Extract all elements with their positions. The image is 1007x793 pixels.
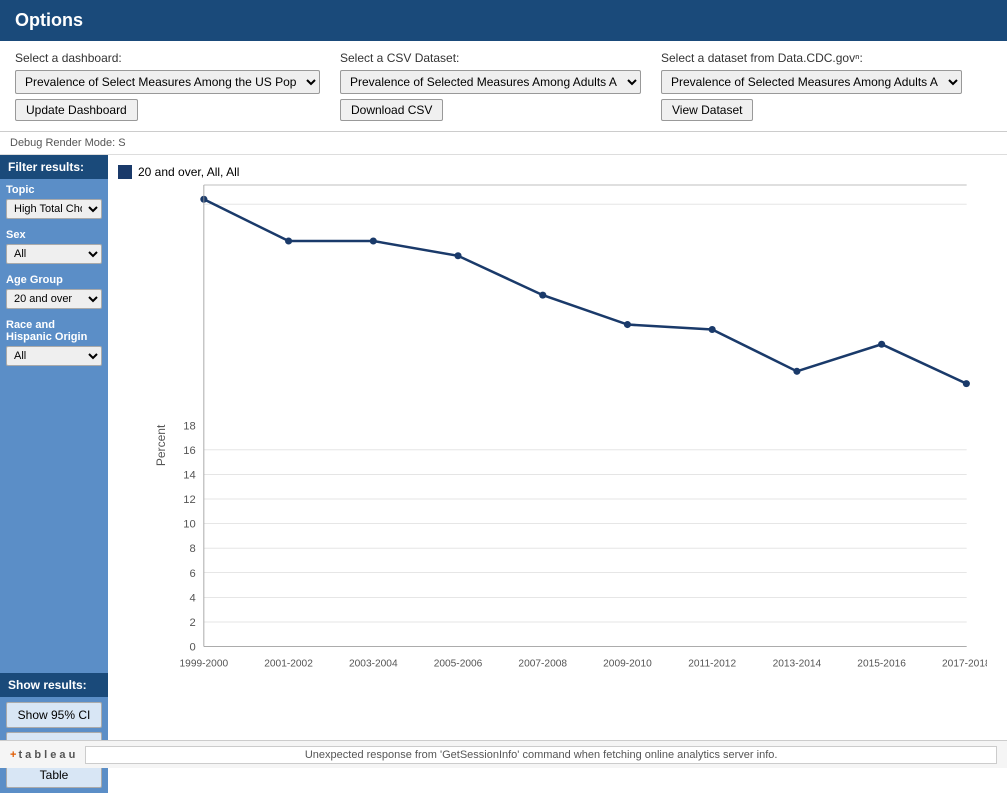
svg-text:2005-2006: 2005-2006 <box>434 659 483 670</box>
data-point-5 <box>624 321 631 328</box>
svg-text:2015-2016: 2015-2016 <box>857 659 906 670</box>
data-point-8 <box>878 341 885 348</box>
chart-line <box>204 199 966 383</box>
chart-area: 20 and over, All, All 0 <box>108 155 1007 793</box>
tableau-logo: + t a b l e a u <box>10 749 75 761</box>
svg-text:8: 8 <box>189 543 195 555</box>
svg-text:2003-2004: 2003-2004 <box>349 659 398 670</box>
data-point-7 <box>793 368 800 375</box>
age-label: Age Group <box>6 274 102 286</box>
data-point-2 <box>370 237 377 244</box>
svg-text:2: 2 <box>189 617 195 629</box>
datacdc-select[interactable]: Prevalence of Selected Measures Among Ad… <box>661 70 962 94</box>
svg-text:2011-2012: 2011-2012 <box>688 659 736 670</box>
options-header: Options <box>0 0 1007 41</box>
download-csv-button[interactable]: Download CSV <box>340 99 443 121</box>
data-point-4 <box>539 292 546 299</box>
svg-text:10: 10 <box>183 519 195 531</box>
svg-text:2007-2008: 2007-2008 <box>518 659 567 670</box>
data-point-9 <box>963 380 970 387</box>
topic-filter-group: Topic High Total Cholest... Diabetes Hyp… <box>0 179 108 224</box>
show-ci-button[interactable]: Show 95% CI <box>6 702 102 728</box>
sex-label: Sex <box>6 229 102 241</box>
data-point-1 <box>285 237 292 244</box>
svg-text:6: 6 <box>189 568 195 580</box>
status-message: Unexpected response from 'GetSessionInfo… <box>85 746 997 764</box>
sex-select[interactable]: All Male Female <box>6 244 102 264</box>
debug-bar: Debug Render Mode: S <box>0 132 1007 155</box>
data-point-6 <box>709 326 716 333</box>
status-bar: + t a b l e a u Unexpected response from… <box>0 740 1007 768</box>
view-dataset-button[interactable]: View Dataset <box>661 99 753 121</box>
line-chart: 0 2 4 6 8 10 12 14 16 18 Percent 1999-20… <box>153 184 987 737</box>
svg-text:0: 0 <box>189 642 195 654</box>
svg-text:2013-2014: 2013-2014 <box>773 659 822 670</box>
csv-option-group: Select a CSV Dataset: Prevalence of Sele… <box>340 51 641 121</box>
svg-text:Percent: Percent <box>154 424 168 466</box>
legend-text: 20 and over, All, All <box>138 165 239 179</box>
svg-text:1999-2000: 1999-2000 <box>180 659 229 670</box>
filter-results-title: Filter results: <box>0 155 108 179</box>
datacdc-label: Select a dataset from Data.CDC.govⁿ: <box>661 51 962 65</box>
update-dashboard-button[interactable]: Update Dashboard <box>15 99 138 121</box>
svg-text:18: 18 <box>183 420 195 432</box>
race-label: Race and Hispanic Origin <box>6 319 102 343</box>
csv-select[interactable]: Prevalence of Selected Measures Among Ad… <box>340 70 641 94</box>
options-panel: Select a dashboard: Prevalence of Select… <box>0 41 1007 132</box>
topic-select[interactable]: High Total Cholest... Diabetes Hypertens… <box>6 199 102 219</box>
csv-label: Select a CSV Dataset: <box>340 51 641 65</box>
race-filter-group: Race and Hispanic Origin All Non-Hispani… <box>0 314 108 371</box>
dashboard-option-group: Select a dashboard: Prevalence of Select… <box>15 51 320 121</box>
chart-legend: 20 and over, All, All <box>108 165 997 184</box>
svg-text:2017-2018: 2017-2018 <box>942 659 987 670</box>
svg-text:2009-2010: 2009-2010 <box>603 659 652 670</box>
sidebar: Filter results: Topic High Total Cholest… <box>0 155 108 793</box>
topic-label: Topic <box>6 184 102 196</box>
dashboard-label: Select a dashboard: <box>15 51 320 65</box>
svg-text:4: 4 <box>189 592 195 604</box>
svg-text:12: 12 <box>183 494 195 506</box>
sex-filter-group: Sex All Male Female <box>0 224 108 269</box>
show-results-title: Show results: <box>0 673 108 697</box>
age-select[interactable]: 20 and over All ages 18 and over <box>6 289 102 309</box>
svg-text:16: 16 <box>183 445 195 457</box>
header-title: Options <box>15 10 83 30</box>
debug-text: Debug Render Mode: S <box>10 137 126 149</box>
chart-container: 0 2 4 6 8 10 12 14 16 18 Percent 1999-20… <box>108 184 997 777</box>
dashboard-select[interactable]: Prevalence of Select Measures Among the … <box>15 70 320 94</box>
age-filter-group: Age Group 20 and over All ages 18 and ov… <box>0 269 108 314</box>
svg-text:14: 14 <box>183 470 195 482</box>
main-content: Filter results: Topic High Total Cholest… <box>0 155 1007 793</box>
svg-text:2001-2002: 2001-2002 <box>264 659 313 670</box>
datacdc-option-group: Select a dataset from Data.CDC.govⁿ: Pre… <box>661 51 962 121</box>
race-select[interactable]: All Non-Hispanic White Non-Hispanic Blac… <box>6 346 102 366</box>
show-results-section: Show results: Show 95% CI Bar Graph Tabl… <box>0 673 108 793</box>
data-point-3 <box>454 252 461 259</box>
legend-color-box <box>118 165 132 179</box>
